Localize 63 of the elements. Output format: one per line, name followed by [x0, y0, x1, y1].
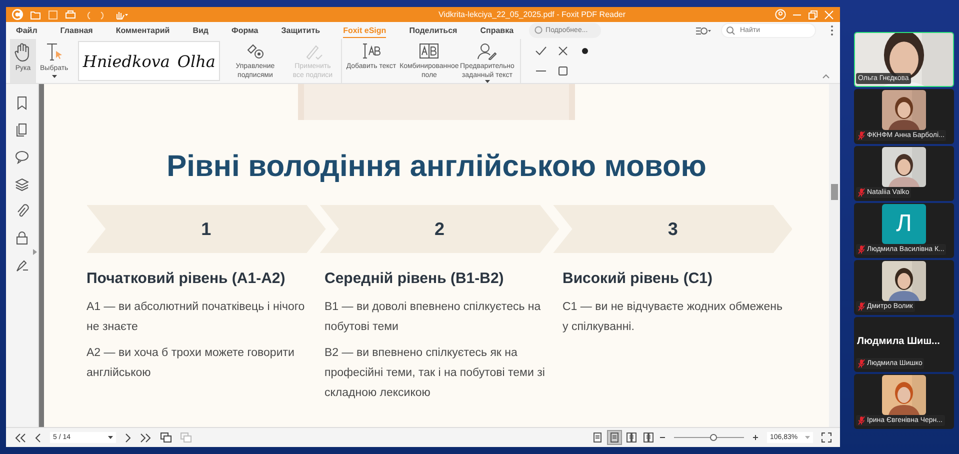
level-description: B1 — ви доволі впевнено спілкуєтесь на побутові теми — [324, 300, 542, 335]
pages-icon[interactable] — [15, 123, 29, 137]
fullscreen-icon[interactable] — [821, 432, 832, 443]
person-pen-icon — [477, 42, 498, 60]
text-cursor-icon — [45, 42, 64, 62]
level-heading: Початковий рівень (A1-A2) — [86, 269, 286, 289]
text-field-icon — [361, 42, 382, 60]
layers-icon[interactable] — [15, 177, 29, 191]
menu-tab[interactable]: Главная — [60, 24, 93, 37]
menu-tab[interactable]: Вид — [192, 24, 208, 37]
zoom-out-icon[interactable] — [659, 434, 666, 441]
menu-tab[interactable]: Поделиться — [409, 24, 458, 37]
combo-field-icon — [419, 42, 440, 60]
search-options-icon[interactable] — [695, 26, 711, 36]
view-mode-button[interactable] — [625, 431, 638, 444]
bulb-icon — [534, 26, 543, 35]
cross-icon[interactable] — [557, 45, 570, 57]
signature-field[interactable]: Hniedkova Olha — [78, 41, 220, 81]
scroll-thumb[interactable] — [831, 184, 838, 200]
caret-icon — [805, 436, 810, 439]
comment-icon[interactable] — [15, 150, 29, 164]
scrollbar[interactable] — [829, 84, 840, 427]
level-description: C1 — ви не відчуваєте жодних обмежень у спілкуванні. — [562, 300, 784, 335]
collapse-icon[interactable] — [822, 73, 830, 79]
view-mode-button[interactable] — [642, 431, 655, 444]
level-description: A1 — ви абсолютний початківець і нічого не знаєте — [86, 300, 306, 335]
lock-icon[interactable] — [15, 231, 29, 245]
menu-tab[interactable]: Файл — [16, 24, 38, 37]
level-description: B2 — ви впевнено спілкуєтесь як на професійні теми, так і на побутові теми зі складною лексикою — [324, 346, 546, 401]
hand-icon — [14, 42, 32, 62]
view-mode-button[interactable] — [591, 431, 604, 444]
expand-icon[interactable] — [33, 249, 37, 255]
bookmark-icon[interactable] — [15, 96, 29, 110]
square-icon[interactable] — [557, 65, 570, 77]
step-number: 2 — [434, 218, 444, 240]
seal-icon — [245, 42, 266, 60]
more-icon[interactable] — [830, 25, 834, 36]
menu-tab[interactable]: Справка — [480, 24, 514, 37]
checkmark-icon[interactable] — [535, 45, 548, 57]
caret-icon — [108, 436, 113, 439]
slide-title: Рівні володіння англійською мовою — [166, 149, 706, 185]
level-description: A2 — ви хоча б трохи можете говорити англійською — [86, 346, 296, 381]
last-page-icon[interactable] — [140, 432, 152, 442]
signature-icon[interactable] — [15, 258, 29, 272]
menu-tab[interactable]: Форма — [231, 24, 258, 37]
window-title: Vidkrita-lekciya_22_05_2025.pdf - Foxit PDF Reader — [437, 10, 627, 19]
menu-tab[interactable]: Комментарий — [116, 24, 170, 37]
level-heading: Високий рівень (C1) — [562, 269, 714, 289]
menu-tab[interactable]: Защитить — [281, 24, 320, 37]
view-mode-button[interactable] — [608, 431, 621, 444]
previous-page-icon[interactable] — [34, 432, 42, 442]
participant-display-name: Людмила Шиш... — [857, 336, 940, 347]
slider-thumb[interactable] — [710, 434, 716, 441]
copy-icon[interactable] — [160, 432, 172, 443]
avatar-initial: Л — [896, 210, 912, 238]
step-number: 3 — [668, 218, 678, 240]
paperclip-icon[interactable] — [15, 204, 29, 218]
level-heading: Середній рівень (B1-B2) — [324, 269, 505, 289]
search-icon — [726, 26, 735, 35]
first-page-icon[interactable] — [14, 432, 26, 442]
step-number: 1 — [201, 218, 212, 240]
zoom-in-icon[interactable] — [752, 434, 759, 441]
next-page-icon[interactable] — [124, 432, 132, 442]
